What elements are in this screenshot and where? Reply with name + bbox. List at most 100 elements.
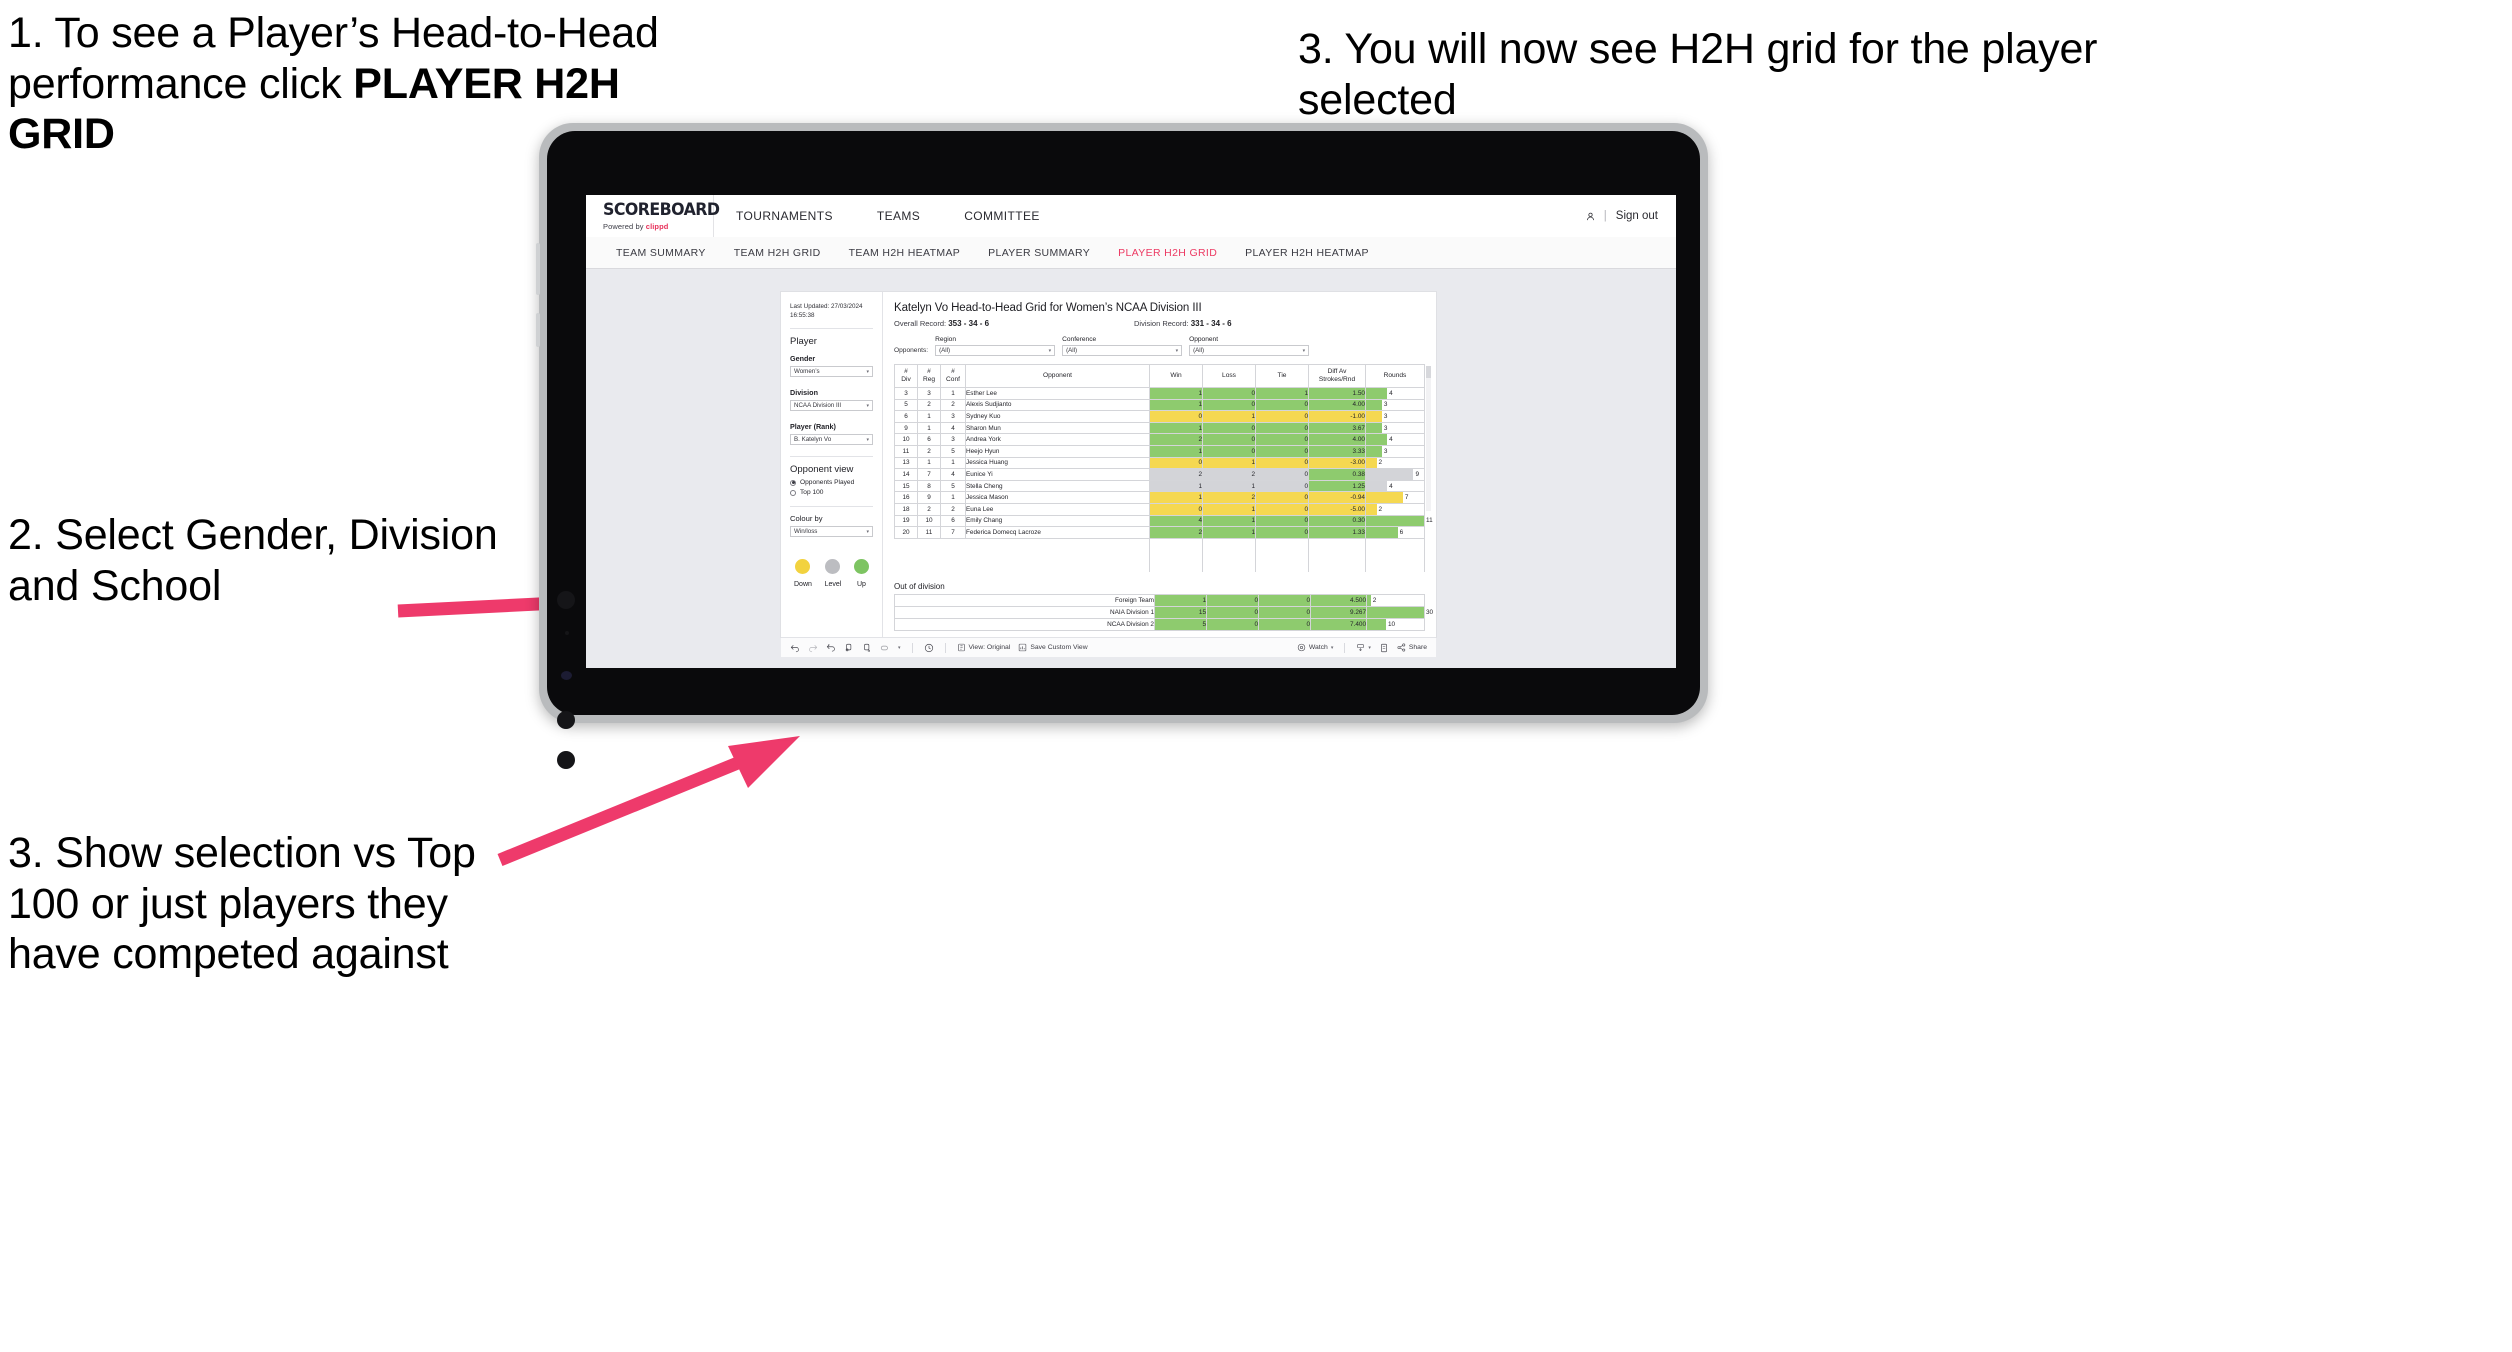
subnav-item-team-summary[interactable]: TEAM SUMMARY (602, 247, 720, 259)
grid-scrollbar-track[interactable] (1426, 366, 1431, 511)
cell-win: 0 (1149, 410, 1203, 423)
cell-ood-diff: 7.400 (1310, 617, 1367, 631)
table-row[interactable]: 3 3 1 Esther Lee 1 0 1 1.50 4 (894, 387, 1425, 400)
rounds-value: 11 (1426, 517, 1433, 525)
table-row[interactable]: 5 2 2 Alexis Sudjianto 1 0 0 4.00 3 (894, 398, 1425, 412)
opponent-filter: Opponent (All) ▾ (1189, 336, 1310, 356)
dashboard-card: Last Updated: 27/03/2024 16:55:38 Player… (781, 292, 1436, 637)
divider (790, 506, 873, 508)
download-button[interactable]: ▾ (1356, 643, 1371, 652)
out-of-division-table: Foreign Team 1 0 0 4.500 2 NAIA Division 1 15 0 0… (894, 593, 1433, 631)
player-rank-select[interactable]: B. Katelyn Vo ▾ (790, 434, 873, 446)
division-select[interactable]: NCAA Division III ▾ (790, 400, 873, 412)
nav-item-teams[interactable]: TEAMS (855, 195, 942, 237)
undo-icon[interactable] (790, 643, 800, 653)
tablet-speaker-dot-3 (557, 751, 575, 769)
table-row[interactable]: 15 8 5 Stella Cheng 1 1 0 1.25 4 (894, 479, 1425, 493)
refresh-icon[interactable] (844, 643, 854, 653)
clock-icon[interactable] (924, 643, 934, 653)
fullscreen-icon[interactable] (1379, 643, 1389, 653)
cell-reg: 11 (917, 526, 941, 539)
rounds-bar (1366, 422, 1382, 434)
view-original-button[interactable]: View: Original (957, 643, 1010, 652)
chevron-down-icon: ▾ (1048, 347, 1052, 354)
col-reg-l1: # (927, 368, 931, 376)
brand-title: SCOREBOARD (603, 199, 720, 220)
radio-top-100[interactable]: Top 100 (790, 489, 873, 496)
subnav-item-player-h2h-grid[interactable]: PLAYER H2H GRID (1104, 247, 1231, 259)
pause-icon[interactable] (862, 643, 872, 653)
cell-ood-win: 5 (1154, 617, 1207, 631)
subnav-item-team-h2h-grid[interactable]: TEAM H2H GRID (720, 247, 835, 259)
table-row[interactable]: 16 9 1 Jessica Mason 1 2 0 -0.94 7 (894, 491, 1425, 504)
subnav-item-team-h2h-heatmap[interactable]: TEAM H2H HEATMAP (835, 247, 975, 259)
cell-ood-win: 15 (1154, 605, 1207, 619)
cell-loss: 1 (1202, 526, 1256, 539)
table-row[interactable]: 10 6 3 Andrea York 2 0 0 4.00 4 (894, 433, 1425, 446)
cell-div: 6 (894, 410, 918, 423)
table-row[interactable]: 9 1 4 Sharon Mun 1 0 0 3.67 3 (894, 421, 1425, 435)
cell-tie: 1 (1255, 387, 1309, 400)
nav-item-tournaments[interactable]: TOURNAMENTS (714, 195, 855, 237)
colour-by-select[interactable]: Win/loss ▾ (790, 526, 873, 538)
tablet-bezel: SCOREBOARD Powered by clippd TOURNAMENTS… (547, 131, 1700, 769)
col-loss-l1: Loss (1222, 372, 1236, 380)
resize-icon[interactable] (880, 643, 890, 653)
revert-icon[interactable] (826, 643, 836, 653)
brand-logo[interactable]: SCOREBOARD Powered by clippd (586, 195, 720, 237)
table-row[interactable]: 11 2 5 Heejo Hyun 1 0 0 3.33 3 (894, 444, 1425, 458)
cell-win: 0 (1149, 456, 1203, 470)
table-row[interactable]: 13 1 1 Jessica Huang 0 1 0 -3.00 2 (894, 456, 1425, 470)
table-row[interactable]: Foreign Team 1 0 0 4.500 2 (894, 593, 1425, 607)
grid-scrollbar-thumb[interactable] (1426, 366, 1431, 378)
col-diff-l2: Strokes/Rnd (1318, 376, 1356, 383)
cell-conf: 1 (940, 456, 966, 470)
tablet-speaker-dot-1 (557, 591, 575, 609)
region-select[interactable]: (All) ▾ (935, 345, 1056, 356)
cell-win: 1 (1149, 491, 1203, 504)
cell-conf: 7 (940, 526, 966, 539)
divider (790, 328, 873, 330)
cell-ood-name: Foreign Team (894, 593, 1155, 607)
radio-opponents-played-label: Opponents Played (800, 479, 855, 487)
opponent-select[interactable]: (All) ▾ (1189, 345, 1310, 356)
cell-tie: 0 (1255, 444, 1309, 458)
table-row[interactable]: 6 1 3 Sydney Kuo 0 1 0 -1.00 3 (894, 410, 1425, 423)
nav-item-committee[interactable]: COMMITTEE (942, 195, 1062, 237)
cell-conf: 4 (940, 468, 966, 481)
table-row[interactable]: 18 2 2 Euna Lee 0 1 0 -5.00 2 (894, 502, 1425, 516)
tablet-screen: SCOREBOARD Powered by clippd TOURNAMENTS… (586, 195, 1676, 668)
conference-filter: Conference (All) ▾ (1062, 336, 1183, 356)
chevron-down-icon: ▾ (866, 402, 869, 409)
cell-win: 1 (1149, 479, 1203, 493)
chevron-down-icon[interactable]: ▾ (898, 645, 901, 651)
radio-opponents-played[interactable]: Opponents Played (790, 479, 873, 486)
table-row[interactable]: 19 10 6 Emily Chang 4 1 0 0.30 11 (894, 514, 1433, 528)
conference-select[interactable]: (All) ▾ (1062, 345, 1183, 356)
chevron-down-icon: ▾ (866, 528, 869, 535)
col-div-l2: Div (901, 376, 911, 383)
sign-out-link[interactable]: Sign out (1616, 210, 1658, 222)
gender-select[interactable]: Women’s ▾ (790, 366, 873, 378)
cell-win: 2 (1149, 468, 1203, 481)
cell-div: 11 (894, 444, 918, 458)
share-button[interactable]: Share (1397, 643, 1427, 652)
redo-icon[interactable] (808, 643, 818, 653)
save-custom-view-button[interactable]: Save Custom View (1018, 643, 1088, 652)
cell-ood-loss: 0 (1206, 593, 1259, 607)
table-row[interactable]: 20 11 7 Federica Domecq Lacroze 2 1 0 1.33 6 (894, 526, 1425, 539)
table-row[interactable]: 14 7 4 Eunice Yi 2 2 0 0.38 9 (894, 468, 1425, 481)
rounds-bar (1367, 618, 1386, 630)
cell-loss: 1 (1202, 502, 1256, 516)
subnav-item-player-summary[interactable]: PLAYER SUMMARY (974, 247, 1104, 259)
table-row[interactable]: NCAA Division 2 5 0 0 7.400 10 (894, 617, 1425, 631)
subnav-item-player-h2h-heatmap[interactable]: PLAYER H2H HEATMAP (1231, 247, 1383, 259)
cell-div: 10 (894, 433, 918, 446)
watch-button[interactable]: Watch ▾ (1297, 643, 1333, 652)
table-row[interactable]: NAIA Division 1 15 0 0 9.267 30 (894, 605, 1433, 619)
cell-diff: 0.38 (1308, 468, 1366, 481)
cell-opponent: Andrea York (965, 433, 1150, 446)
cell-loss: 0 (1202, 387, 1256, 400)
rounds-bar (1366, 399, 1382, 411)
person-icon[interactable] (1586, 212, 1595, 221)
